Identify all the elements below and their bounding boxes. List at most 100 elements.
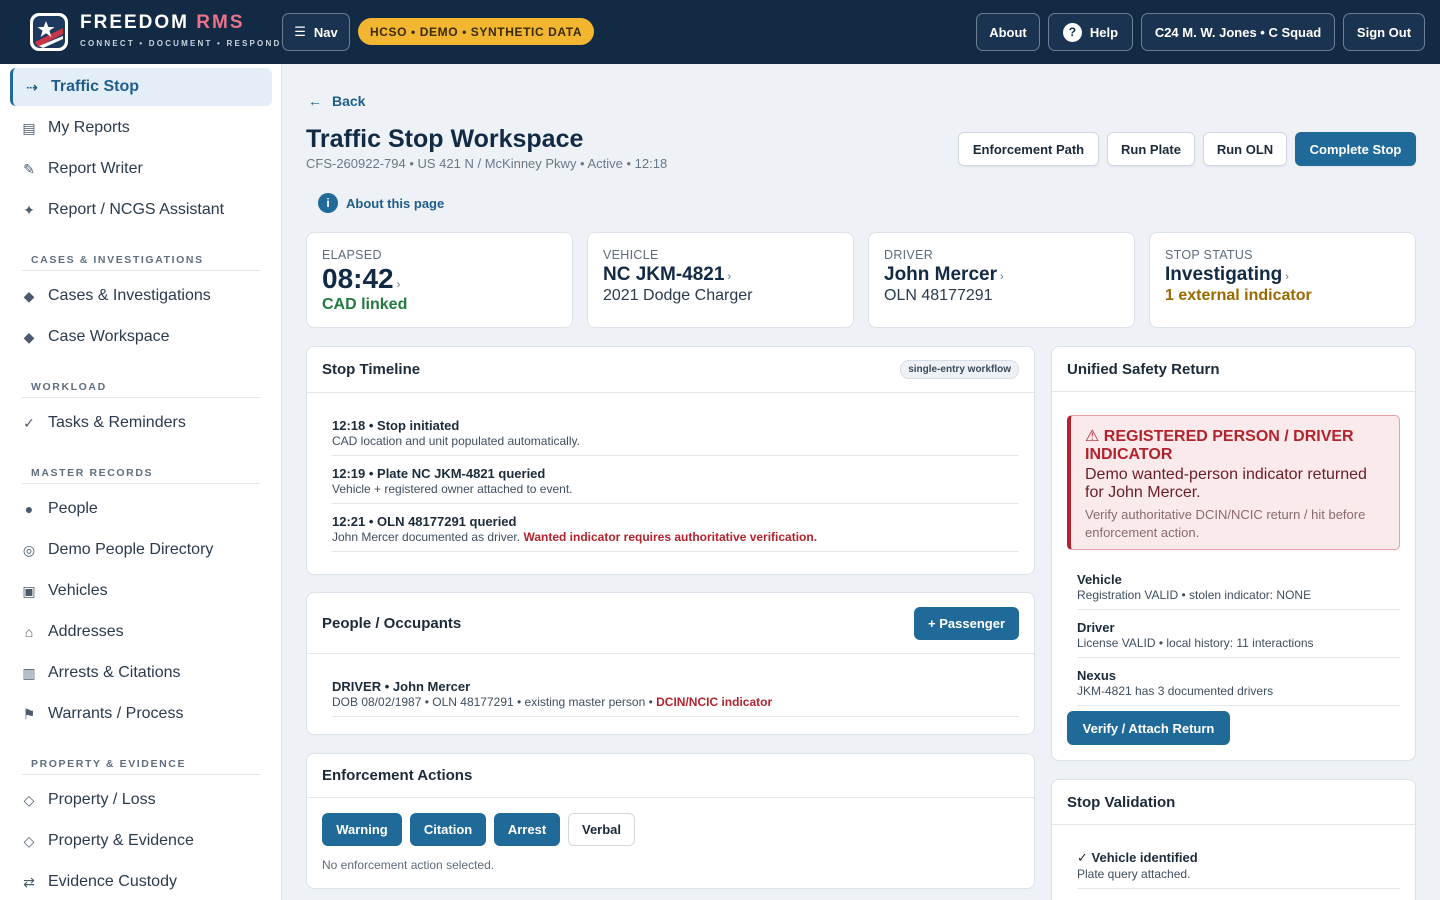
diamond-outline-icon: ◇ bbox=[23, 791, 35, 808]
sidebar-item-property-evidence[interactable]: ◇ Property & Evidence bbox=[10, 822, 272, 860]
demo-badge: HCSO • DEMO • SYNTHETIC DATA bbox=[358, 18, 595, 45]
run-oln-button[interactable]: Run OLN bbox=[1203, 132, 1287, 166]
sidebar-item-traffic-stop[interactable]: ⇢ Traffic Stop bbox=[10, 68, 272, 106]
card-title: Enforcement Actions bbox=[322, 767, 473, 784]
sidebar-item-evidence-custody[interactable]: ⇄ Evidence Custody bbox=[10, 863, 272, 900]
stat-value: John Mercer › bbox=[884, 264, 1004, 285]
enforcement-buttons: Warning Citation Arrest Verbal bbox=[322, 813, 635, 846]
sidebar-item-arrests-citations[interactable]: ▥ Arrests & Citations bbox=[10, 654, 272, 692]
home-icon: ⌂ bbox=[24, 624, 34, 640]
flag-icon: ⚑ bbox=[22, 705, 36, 722]
section-heading-property-evidence: PROPERTY & EVIDENCE bbox=[31, 758, 187, 770]
brand-title: FREEDOM RMS bbox=[80, 12, 245, 33]
enforcement-status: No enforcement action selected. bbox=[322, 858, 495, 872]
arrow-right-icon: ⇢ bbox=[26, 78, 38, 95]
safety-items: Vehicle Registration VALID • stolen indi… bbox=[1052, 572, 1415, 706]
stat-extra: 2021 Dodge Charger bbox=[603, 287, 753, 304]
about-page-link[interactable]: i About this page bbox=[318, 193, 444, 213]
sidebar-item-label: People bbox=[48, 500, 98, 517]
pencil-icon: ✎ bbox=[23, 160, 35, 177]
event-title: 12:21 • OLN 48177291 queried bbox=[332, 514, 517, 529]
safety-item: Vehicle Registration VALID • stolen indi… bbox=[1077, 572, 1400, 610]
stat-card-driver[interactable]: DRIVER John Mercer › OLN 48177291 bbox=[868, 232, 1135, 328]
stop-timeline-card: Stop Timeline single-entry workflow 12:1… bbox=[306, 346, 1035, 575]
diamond-icon: ◆ bbox=[23, 287, 35, 304]
stat-label: VEHICLE bbox=[603, 248, 659, 262]
event-detail: John Mercer documented as driver. Wanted… bbox=[332, 530, 818, 544]
sidebar-item-label: Traffic Stop bbox=[51, 78, 140, 95]
help-button[interactable]: ? Help bbox=[1048, 13, 1133, 51]
event-detail: Vehicle + registered owner attached to e… bbox=[332, 482, 573, 496]
complete-stop-button[interactable]: Complete Stop bbox=[1295, 132, 1416, 166]
arrow-left-icon: ← bbox=[308, 93, 322, 109]
chevron-right-icon: › bbox=[727, 271, 732, 283]
stat-card-elapsed[interactable]: ELAPSED 08:42 › CAD linked bbox=[306, 232, 573, 328]
stat-value: 08:42 › bbox=[322, 263, 401, 294]
sidebar-item-report-assistant[interactable]: ✦ Report / NCGS Assistant bbox=[10, 191, 272, 229]
chevron-right-icon: › bbox=[1285, 271, 1289, 283]
occupant-row[interactable]: DRIVER • John Mercer DOB 08/02/1987 • OL… bbox=[332, 679, 1019, 717]
check-icon: ✓ bbox=[23, 414, 35, 431]
card-title: Stop Timeline bbox=[322, 361, 421, 378]
safety-item-detail: Registration VALID • stolen indicator: N… bbox=[1077, 588, 1312, 602]
info-icon: i bbox=[318, 193, 338, 213]
back-link[interactable]: ← Back bbox=[308, 93, 365, 109]
sidebar-item-demo-people-directory[interactable]: ◎ Demo People Directory bbox=[10, 531, 272, 569]
occupant-detail: DOB 08/02/1987 • OLN 48177291 • existing… bbox=[332, 695, 773, 709]
sidebar-item-label: Cases & Investigations bbox=[48, 287, 211, 304]
sidebar-item-label: Report / NCGS Assistant bbox=[48, 201, 225, 218]
safety-item-title: Nexus bbox=[1077, 668, 1117, 683]
timeline-event: 12:21 • OLN 48177291 queried John Mercer… bbox=[332, 514, 1019, 552]
stat-extra: CAD linked bbox=[322, 296, 408, 313]
divider bbox=[22, 774, 260, 775]
verbal-button[interactable]: Verbal bbox=[568, 813, 635, 846]
vehicle-icon: ▣ bbox=[22, 582, 36, 599]
sidebar-item-label: Report Writer bbox=[48, 160, 143, 177]
run-plate-button[interactable]: Run Plate bbox=[1107, 132, 1195, 166]
safety-item: Driver License VALID • local history: 11… bbox=[1077, 620, 1400, 658]
sidebar-item-property-loss[interactable]: ◇ Property / Loss bbox=[10, 781, 272, 819]
validation-item-title: ✓ Vehicle identified bbox=[1077, 850, 1198, 865]
sidebar-item-label: My Reports bbox=[48, 119, 130, 136]
citation-button[interactable]: Citation bbox=[410, 813, 486, 846]
card-header: Unified Safety Return bbox=[1052, 347, 1415, 392]
sidebar-item-case-workspace[interactable]: ◆ Case Workspace bbox=[10, 318, 272, 356]
help-icon: ? bbox=[1062, 22, 1082, 42]
event-alert: Wanted indicator requires authoritative … bbox=[523, 530, 818, 544]
diamond-icon: ◆ bbox=[23, 328, 35, 345]
safety-item-title: Driver bbox=[1077, 620, 1115, 635]
top-bar: FREEDOM RMS CONNECT • DOCUMENT • RESPOND… bbox=[0, 0, 1440, 64]
sidebar-item-cases-investigations[interactable]: ◆ Cases & Investigations bbox=[10, 277, 272, 315]
transfer-icon: ⇄ bbox=[23, 873, 35, 890]
warning-button[interactable]: Warning bbox=[322, 813, 402, 846]
nav-button[interactable]: ☰ Nav bbox=[282, 13, 350, 51]
add-passenger-button[interactable]: + Passenger bbox=[914, 606, 1019, 640]
validation-item: ✓ Vehicle identified Plate query attache… bbox=[1077, 850, 1400, 889]
page-title: Traffic Stop Workspace bbox=[306, 125, 584, 153]
workflow-tag: single-entry workflow bbox=[900, 360, 1019, 379]
occupant-alert: DCIN/NCIC indicator bbox=[656, 695, 773, 709]
arrest-button[interactable]: Arrest bbox=[494, 813, 560, 846]
sidebar-item-addresses[interactable]: ⌂ Addresses bbox=[10, 613, 272, 651]
sidebar-item-warrants-process[interactable]: ⚑ Warrants / Process bbox=[10, 695, 272, 733]
target-icon: ◎ bbox=[22, 541, 36, 558]
menu-icon: ☰ bbox=[294, 24, 306, 39]
card-header: Stop Validation bbox=[1052, 780, 1415, 825]
stat-card-vehicle[interactable]: VEHICLE NC JKM-4821 › 2021 Dodge Charger bbox=[587, 232, 854, 328]
sidebar-item-tasks-reminders[interactable]: ✓ Tasks & Reminders bbox=[10, 404, 272, 442]
enforcement-path-button[interactable]: Enforcement Path bbox=[958, 132, 1099, 166]
event-detail: CAD location and unit populated automati… bbox=[332, 434, 580, 448]
sidebar-item-vehicles[interactable]: ▣ Vehicles bbox=[10, 572, 272, 610]
sidebar-item-people[interactable]: ● People bbox=[10, 490, 272, 528]
about-button[interactable]: About bbox=[976, 13, 1040, 51]
occupants-card: People / Occupants + Passenger DRIVER • … bbox=[306, 592, 1035, 735]
chevron-right-icon: › bbox=[999, 271, 1004, 283]
user-button[interactable]: C24 M. W. Jones • C Squad bbox=[1141, 13, 1335, 51]
safety-item-detail: License VALID • local history: 11 intera… bbox=[1077, 636, 1314, 650]
sidebar-item-my-reports[interactable]: ▤ My Reports bbox=[10, 109, 272, 147]
stat-card-stop-status[interactable]: STOP STATUS Investigating › 1 external in… bbox=[1149, 232, 1416, 328]
sidebar-item-report-writer[interactable]: ✎ Report Writer bbox=[10, 150, 272, 188]
sign-out-button[interactable]: Sign Out bbox=[1343, 13, 1425, 51]
alert-body: Demo wanted-person indicator returned fo… bbox=[1085, 466, 1367, 501]
verify-attach-button[interactable]: Verify / Attach Return bbox=[1067, 711, 1230, 745]
